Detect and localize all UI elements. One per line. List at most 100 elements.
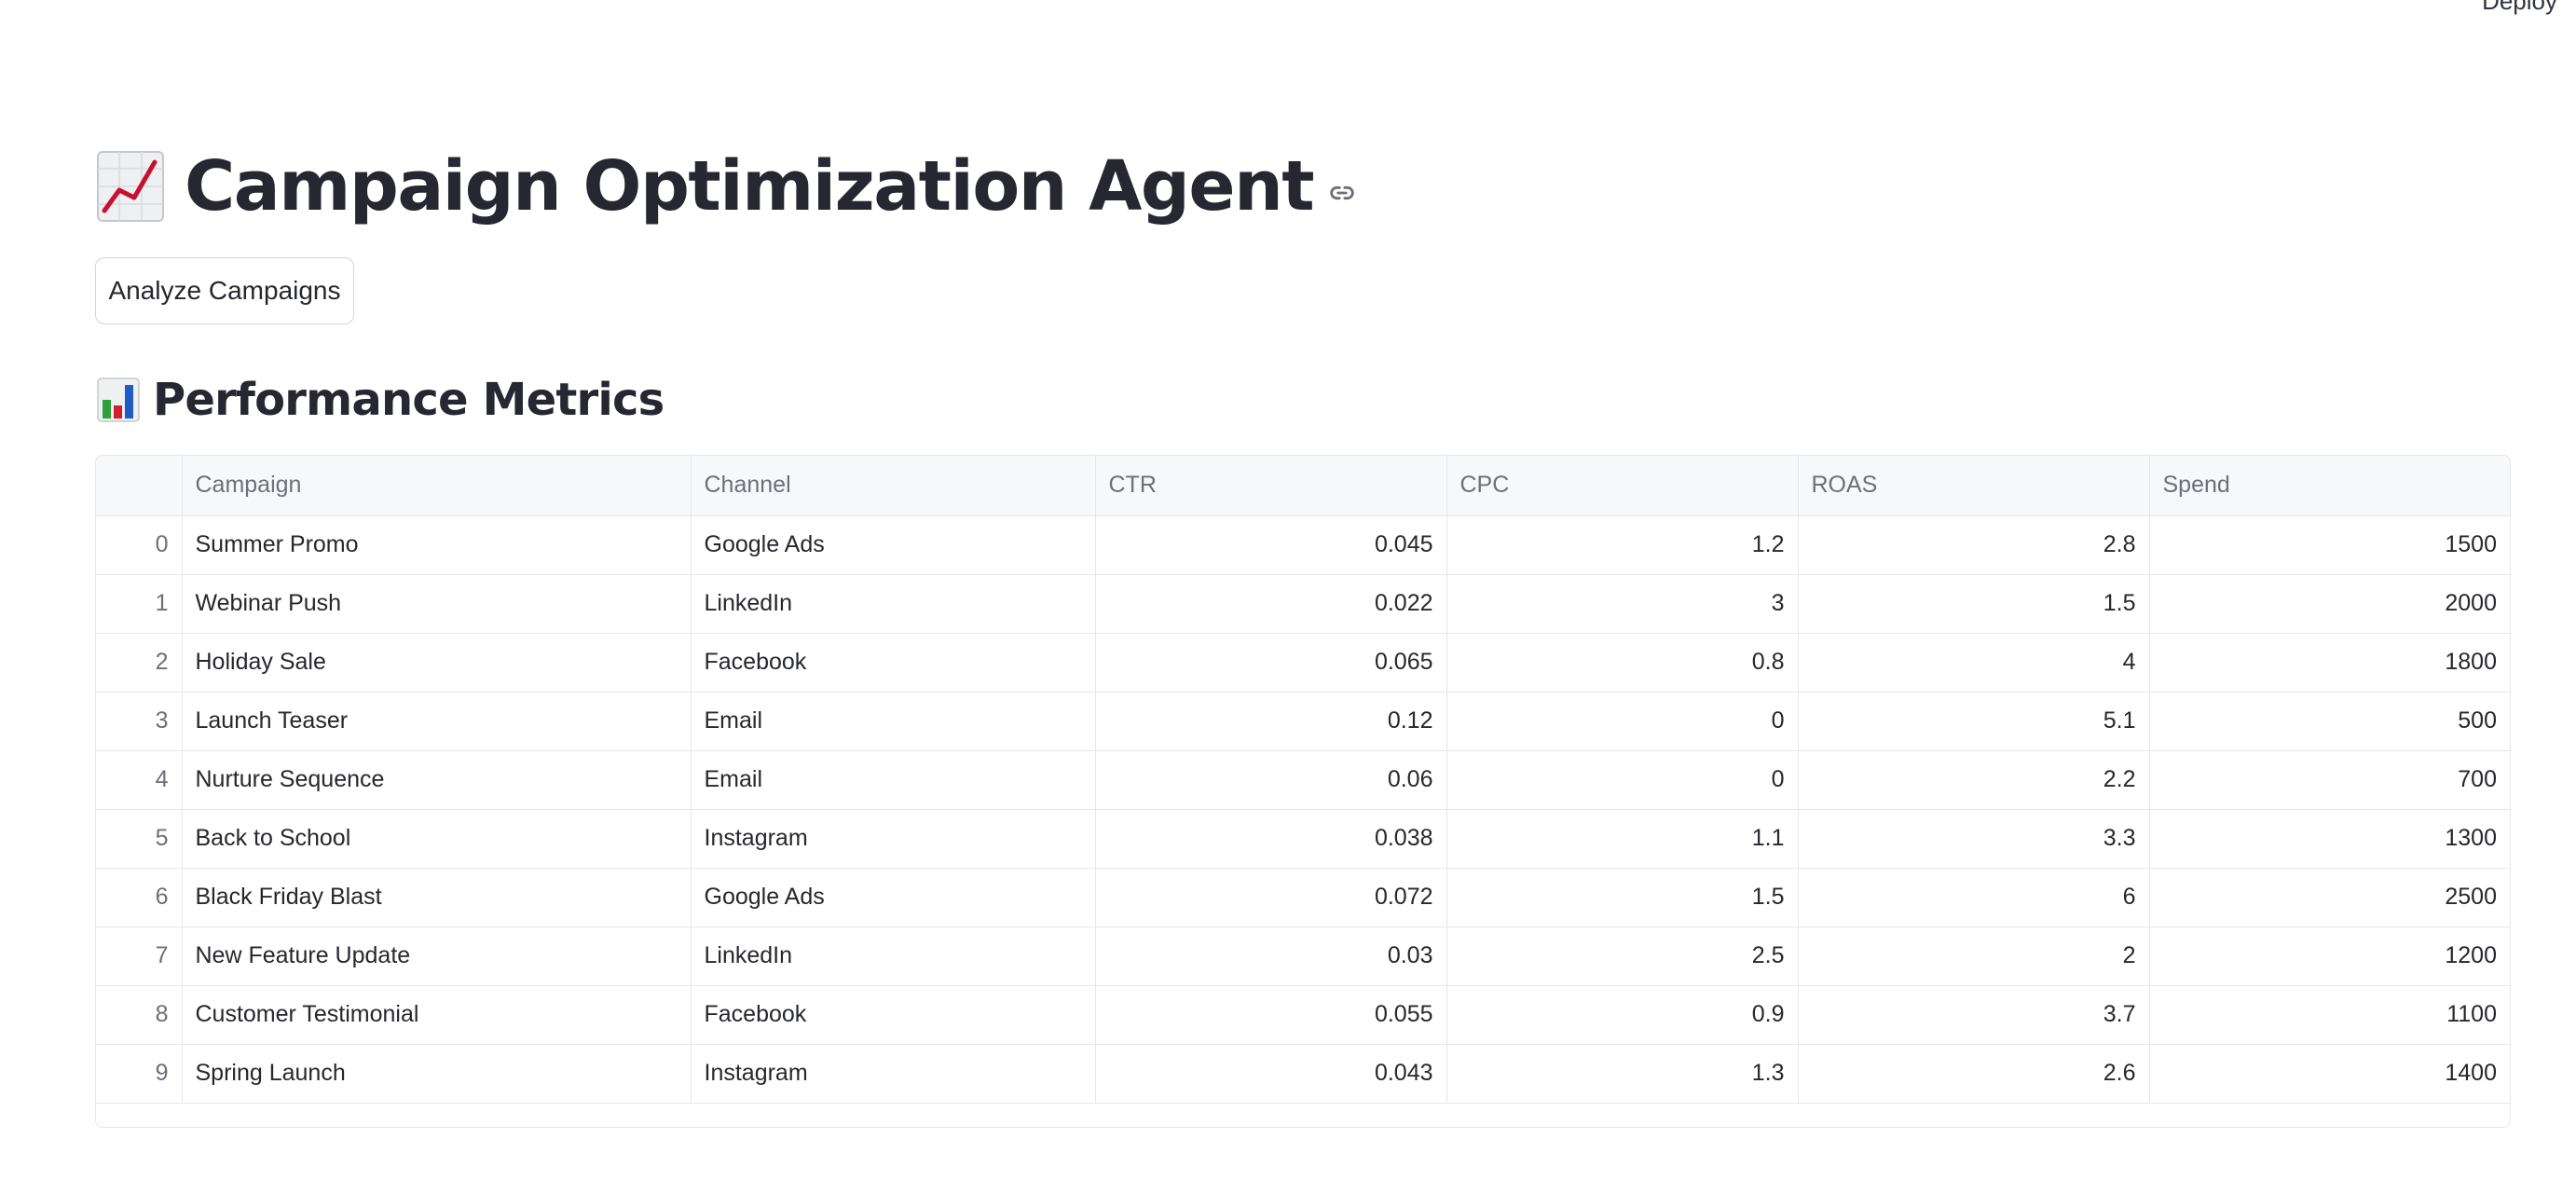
cpc-cell[interactable]: 0.8 — [1446, 633, 1799, 693]
link-icon[interactable] — [1326, 177, 1358, 209]
table-row[interactable]: 2 Holiday Sale Facebook 0.065 0.8 4 1800 — [96, 633, 2510, 693]
metrics-table[interactable]: Campaign Channel CTR CPC ROAS Spend 0 Su… — [95, 455, 2511, 1128]
table-header-row: Campaign Channel CTR CPC ROAS Spend — [96, 456, 2510, 516]
campaign-cell[interactable]: Back to School — [182, 809, 692, 869]
ctr-cell[interactable]: 0.065 — [1095, 633, 1447, 693]
ctr-cell[interactable]: 0.03 — [1095, 926, 1447, 986]
channel-cell[interactable]: Instagram — [691, 1044, 1096, 1104]
spend-cell[interactable]: 2500 — [2149, 868, 2510, 927]
row-index: 6 — [96, 868, 183, 927]
row-index: 1 — [96, 574, 183, 634]
ctr-cell[interactable]: 0.12 — [1095, 692, 1447, 751]
spend-cell[interactable]: 1100 — [2149, 985, 2510, 1045]
roas-cell[interactable]: 5.1 — [1798, 692, 2150, 751]
table-row[interactable]: 5 Back to School Instagram 0.038 1.1 3.3… — [96, 809, 2510, 869]
roas-cell[interactable]: 6 — [1798, 868, 2150, 927]
cpc-cell[interactable]: 0 — [1446, 750, 1799, 810]
cpc-cell[interactable]: 0.9 — [1446, 985, 1799, 1045]
ctr-cell[interactable]: 0.022 — [1095, 574, 1447, 634]
campaign-cell[interactable]: Nurture Sequence — [182, 750, 692, 810]
page-title: Campaign Optimization Agent — [185, 146, 1315, 226]
ctr-cell[interactable]: 0.06 — [1095, 750, 1447, 810]
row-index: 7 — [96, 926, 183, 986]
table-row[interactable]: 0 Summer Promo Google Ads 0.045 1.2 2.8 … — [96, 515, 2510, 575]
campaign-cell[interactable]: Launch Teaser — [182, 692, 692, 751]
spend-cell[interactable]: 700 — [2149, 750, 2510, 810]
metrics-data-table: Campaign Channel CTR CPC ROAS Spend 0 Su… — [96, 456, 2510, 1104]
table-row[interactable]: 6 Black Friday Blast Google Ads 0.072 1.… — [96, 868, 2510, 927]
spend-cell[interactable]: 1500 — [2149, 515, 2510, 575]
table-row[interactable]: 3 Launch Teaser Email 0.12 0 5.1 500 — [96, 692, 2510, 751]
column-header-campaign[interactable]: Campaign — [182, 456, 692, 516]
deploy-button[interactable]: Deploy — [2482, 0, 2557, 16]
row-index: 4 — [96, 750, 183, 810]
channel-cell[interactable]: Email — [691, 692, 1096, 751]
row-index: 8 — [96, 985, 183, 1045]
table-row[interactable]: 7 New Feature Update LinkedIn 0.03 2.5 2… — [96, 926, 2510, 986]
roas-cell[interactable]: 2.2 — [1798, 750, 2150, 810]
channel-cell[interactable]: Google Ads — [691, 868, 1096, 927]
section-title: Performance Metrics — [153, 374, 665, 426]
campaign-cell[interactable]: Spring Launch — [182, 1044, 692, 1104]
roas-cell[interactable]: 3.7 — [1798, 985, 2150, 1045]
spend-cell[interactable]: 1800 — [2149, 633, 2510, 693]
chart-increasing-icon — [97, 151, 164, 222]
cpc-cell[interactable]: 1.5 — [1446, 868, 1799, 927]
campaign-cell[interactable]: Customer Testimonial — [182, 985, 692, 1045]
column-header-spend[interactable]: Spend — [2149, 456, 2510, 516]
app-page: Deploy Campaign Optimization Agent Analy… — [0, 0, 2576, 1180]
campaign-cell[interactable]: Webinar Push — [182, 574, 692, 634]
row-index: 9 — [96, 1044, 183, 1104]
channel-cell[interactable]: Facebook — [691, 985, 1096, 1045]
roas-cell[interactable]: 1.5 — [1798, 574, 2150, 634]
channel-cell[interactable]: Instagram — [691, 809, 1096, 869]
roas-cell[interactable]: 2 — [1798, 926, 2150, 986]
channel-cell[interactable]: Facebook — [691, 633, 1096, 693]
spend-cell[interactable]: 1200 — [2149, 926, 2510, 986]
roas-cell[interactable]: 2.6 — [1798, 1044, 2150, 1104]
spend-cell[interactable]: 1400 — [2149, 1044, 2510, 1104]
table-row[interactable]: 1 Webinar Push LinkedIn 0.022 3 1.5 2000 — [96, 574, 2510, 634]
table-row[interactable]: 8 Customer Testimonial Facebook 0.055 0.… — [96, 985, 2510, 1045]
channel-cell[interactable]: Email — [691, 750, 1096, 810]
channel-cell[interactable]: Google Ads — [691, 515, 1096, 575]
column-header-roas[interactable]: ROAS — [1798, 456, 2150, 516]
analyze-campaigns-button[interactable]: Analyze Campaigns — [95, 257, 354, 324]
ctr-cell[interactable]: 0.043 — [1095, 1044, 1447, 1104]
bar-chart-icon — [97, 377, 140, 422]
channel-cell[interactable]: LinkedIn — [691, 926, 1096, 986]
cpc-cell[interactable]: 0 — [1446, 692, 1799, 751]
page-header: Campaign Optimization Agent — [97, 138, 1358, 235]
roas-cell[interactable]: 4 — [1798, 633, 2150, 693]
column-header-index[interactable] — [96, 456, 183, 516]
spend-cell[interactable]: 1300 — [2149, 809, 2510, 869]
row-index: 3 — [96, 692, 183, 751]
row-index: 5 — [96, 809, 183, 869]
campaign-cell[interactable]: Holiday Sale — [182, 633, 692, 693]
row-index: 2 — [96, 633, 183, 693]
cpc-cell[interactable]: 1.3 — [1446, 1044, 1799, 1104]
cpc-cell[interactable]: 3 — [1446, 574, 1799, 634]
ctr-cell[interactable]: 0.045 — [1095, 515, 1447, 575]
cpc-cell[interactable]: 1.1 — [1446, 809, 1799, 869]
spend-cell[interactable]: 2000 — [2149, 574, 2510, 634]
cpc-cell[interactable]: 1.2 — [1446, 515, 1799, 575]
campaign-cell[interactable]: Summer Promo — [182, 515, 692, 575]
ctr-cell[interactable]: 0.072 — [1095, 868, 1447, 927]
ctr-cell[interactable]: 0.038 — [1095, 809, 1447, 869]
campaign-cell[interactable]: New Feature Update — [182, 926, 692, 986]
roas-cell[interactable]: 3.3 — [1798, 809, 2150, 869]
table-row[interactable]: 9 Spring Launch Instagram 0.043 1.3 2.6 … — [96, 1044, 2510, 1104]
campaign-cell[interactable]: Black Friday Blast — [182, 868, 692, 927]
column-header-cpc[interactable]: CPC — [1446, 456, 1799, 516]
ctr-cell[interactable]: 0.055 — [1095, 985, 1447, 1045]
column-header-ctr[interactable]: CTR — [1095, 456, 1447, 516]
column-header-channel[interactable]: Channel — [691, 456, 1096, 516]
cpc-cell[interactable]: 2.5 — [1446, 926, 1799, 986]
roas-cell[interactable]: 2.8 — [1798, 515, 2150, 575]
section-header: Performance Metrics — [97, 371, 665, 429]
row-index: 0 — [96, 515, 183, 575]
table-row[interactable]: 4 Nurture Sequence Email 0.06 0 2.2 700 — [96, 750, 2510, 810]
spend-cell[interactable]: 500 — [2149, 692, 2510, 751]
channel-cell[interactable]: LinkedIn — [691, 574, 1096, 634]
